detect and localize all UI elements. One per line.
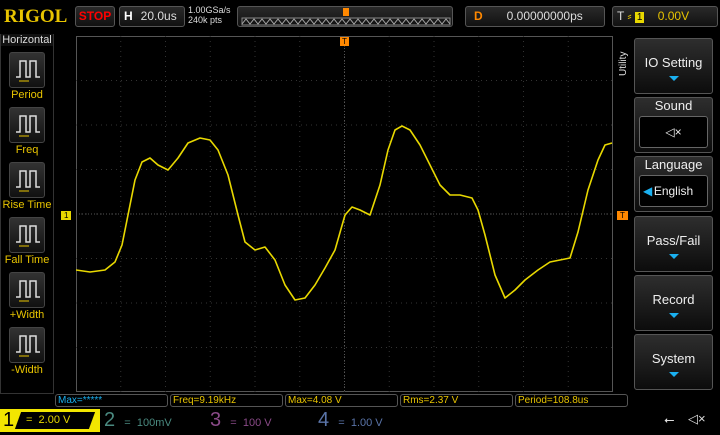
channel-scale: 1.00 V xyxy=(350,417,383,429)
trigger-level: 0.00V xyxy=(657,9,690,23)
d-label: D xyxy=(474,9,483,23)
channel-scale: 100 V xyxy=(242,417,272,429)
horizontal-title: Horizontal xyxy=(1,34,53,46)
submenu-arrow-icon xyxy=(668,372,679,377)
positive-width-icon xyxy=(9,272,45,308)
sound-button[interactable]: Sound ◁× xyxy=(634,97,713,153)
trigger-position-marker[interactable]: T xyxy=(340,37,349,46)
rigol-logo: RIGOL xyxy=(4,6,68,27)
menu-item-width[interactable]: +Width xyxy=(1,272,53,321)
speaker-muted-icon: ◁× xyxy=(688,411,706,426)
record-label: Record xyxy=(652,292,695,307)
channel-number: 3 xyxy=(210,409,222,431)
language-button[interactable]: Language ◀ English xyxy=(634,156,713,212)
menu-item-label: Fall Time xyxy=(4,254,50,266)
menu-item-freq[interactable]: Freq xyxy=(1,107,53,156)
acquisition-info: 1.00GSa/s 240k pts xyxy=(188,5,231,25)
channel-1-tab[interactable]: 1 = 2.00 V xyxy=(0,409,100,432)
system-button[interactable]: System xyxy=(634,334,713,390)
channel-3-tab[interactable]: 3 = 100 V xyxy=(210,409,306,432)
language-value-box: ◀ English xyxy=(639,175,708,207)
menu-item-rise-time[interactable]: Rise Time xyxy=(1,162,53,211)
io-setting-label: IO Setting xyxy=(644,55,703,70)
timebase-value: 20.0us xyxy=(140,9,177,23)
measurement-1[interactable]: Max=***** xyxy=(55,394,168,407)
measurement-3[interactable]: Max=4.08 V xyxy=(285,394,398,407)
delay-value: 0.00000000ps xyxy=(506,9,583,23)
timebase-box[interactable]: H 20.0us xyxy=(119,6,185,27)
submenu-arrow-icon xyxy=(668,76,679,81)
measurement-4[interactable]: Rms=2.37 V xyxy=(400,394,513,407)
channel-number: 4 xyxy=(318,409,330,431)
memory-depth: 240k pts xyxy=(188,15,223,25)
fall-time-icon xyxy=(9,217,45,253)
rising-edge-icon: ⸗ xyxy=(627,9,632,23)
menu-item-label: Freq xyxy=(15,144,39,156)
menu-item-label: -Width xyxy=(11,364,43,376)
menu-item-label: +Width xyxy=(9,309,45,321)
rise-time-icon xyxy=(9,162,45,198)
channel-scale: 2.00 V xyxy=(38,414,71,426)
pass-fail-button[interactable]: Pass/Fail xyxy=(634,216,713,272)
measurement-2[interactable]: Freq=9.19kHz xyxy=(170,394,283,407)
h-label: H xyxy=(124,9,133,23)
freq-icon xyxy=(9,107,45,143)
negative-width-icon xyxy=(9,327,45,363)
ch1-offset-marker[interactable]: 1 xyxy=(61,211,72,220)
trigger-box[interactable]: T ⸗ 1 0.00V xyxy=(612,6,718,27)
menu-item-period[interactable]: Period xyxy=(1,52,53,101)
left-arrow-icon: ◀ xyxy=(643,184,653,198)
channel-number: 1 xyxy=(3,409,15,431)
delay-box[interactable]: D 0.00000000ps xyxy=(465,6,605,27)
waveform-grid[interactable] xyxy=(76,36,613,392)
menu-item-width[interactable]: -Width xyxy=(1,327,53,376)
channel-number: 2 xyxy=(104,409,116,431)
submenu-arrow-icon xyxy=(668,254,679,259)
measurement-5[interactable]: Period=108.8us xyxy=(515,394,628,407)
system-label: System xyxy=(651,351,696,366)
menu-item-label: Rise Time xyxy=(2,199,52,211)
t-label: T xyxy=(617,9,625,23)
run-stop-status[interactable]: STOP xyxy=(75,6,115,27)
utility-label: Utility xyxy=(618,51,629,77)
channel-scale: 100mV xyxy=(136,417,172,429)
horizontal-menu: Horizontal Period Freq Rise Time Fall Time +… xyxy=(0,34,54,394)
sound-label: Sound xyxy=(654,98,693,113)
language-value: English xyxy=(653,184,694,198)
trigger-source: 1 xyxy=(634,12,645,23)
trigger-level-marker[interactable]: T xyxy=(617,211,628,220)
memory-overview[interactable] xyxy=(237,6,453,27)
channel-2-tab[interactable]: 2 = 100mV xyxy=(104,409,200,432)
menu-item-fall-time[interactable]: Fall Time xyxy=(1,217,53,266)
period-icon xyxy=(9,52,45,88)
submenu-arrow-icon xyxy=(668,313,679,318)
speaker-muted-icon: ◁× xyxy=(639,116,708,148)
channel-4-tab[interactable]: 4 = 1.00 V xyxy=(318,409,414,432)
io-setting-button[interactable]: IO Setting xyxy=(634,38,713,94)
language-label: Language xyxy=(644,157,703,172)
record-button[interactable]: Record xyxy=(634,275,713,331)
channel-1-scale-box: = 2.00 V xyxy=(14,412,96,429)
usb-icon: ⭠ xyxy=(664,412,675,427)
pass-fail-label: Pass/Fail xyxy=(646,233,701,248)
menu-item-label: Period xyxy=(11,89,43,101)
memory-waveform-icon xyxy=(241,8,451,26)
sample-rate: 1.00GSa/s xyxy=(188,5,231,15)
